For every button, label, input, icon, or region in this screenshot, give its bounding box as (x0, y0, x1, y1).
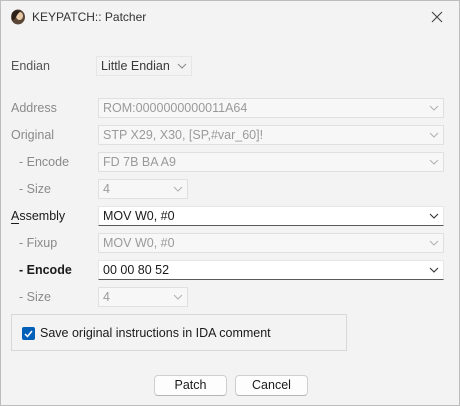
address-dropdown: ROM:0000000000011A64 (98, 98, 444, 118)
assembly-size-dropdown: 4 (98, 287, 188, 307)
assembly-value: MOV W0, #0 (103, 209, 175, 223)
assembly-row: Assembly MOV W0, #0 (1, 206, 459, 228)
assembly-size-value: 4 (103, 290, 110, 304)
assembly-encode-row: - Encode 00 00 80 52 (1, 260, 459, 282)
chevron-down-icon (429, 240, 439, 246)
original-encode-label: - Encode (19, 155, 70, 169)
original-value: STP X29, X30, [SP,#var_60]! (103, 128, 264, 142)
original-row: Original STP X29, X30, [SP,#var_60]! (1, 125, 459, 147)
assembly-size-row: - Size 4 (1, 287, 459, 309)
fixup-row: - Fixup MOV W0, #0 (1, 233, 459, 255)
original-encode-row: - Encode FD 7B BA A9 (1, 152, 459, 174)
endian-value: Little Endian (101, 59, 170, 73)
assembly-label: Assembly (11, 209, 66, 223)
chevron-down-icon (429, 105, 439, 111)
assembly-encode-value: 00 00 80 52 (103, 263, 170, 277)
original-size-value: 4 (103, 182, 110, 196)
original-encode-dropdown: FD 7B BA A9 (98, 152, 444, 172)
address-label: Address (11, 101, 57, 115)
endian-dropdown[interactable]: Little Endian (96, 56, 192, 76)
assembly-input[interactable]: MOV W0, #0 (98, 206, 444, 226)
chevron-down-icon[interactable] (429, 212, 439, 220)
patch-button[interactable]: Patch (154, 375, 227, 396)
original-encode-value: FD 7B BA A9 (103, 155, 176, 169)
save-comment-label[interactable]: Save original instructions in IDA commen… (40, 326, 271, 340)
title-bar: KEYPATCH:: Patcher (1, 1, 459, 33)
close-icon (431, 11, 443, 23)
assembly-encode-input[interactable]: 00 00 80 52 (98, 260, 444, 280)
original-size-row: - Size 4 (1, 179, 459, 201)
checkmark-icon (24, 330, 33, 338)
mnemonic-underline (11, 223, 19, 224)
assembly-size-label: - Size (19, 290, 51, 304)
chevron-down-icon (177, 63, 187, 69)
chevron-down-icon (173, 186, 183, 192)
fixup-dropdown: MOV W0, #0 (98, 233, 444, 253)
fixup-label: - Fixup (19, 236, 58, 250)
cancel-button[interactable]: Cancel (235, 375, 308, 396)
chevron-down-icon (173, 294, 183, 300)
address-row: Address ROM:0000000000011A64 (1, 98, 459, 120)
keypatch-dialog: KEYPATCH:: Patcher Endian Little Endian … (0, 0, 460, 406)
original-size-dropdown: 4 (98, 179, 188, 199)
original-size-label: - Size (19, 182, 51, 196)
endian-row: Endian Little Endian (1, 56, 459, 78)
endian-label: Endian (11, 59, 50, 73)
fixup-value: MOV W0, #0 (103, 236, 175, 250)
assembly-encode-label: - Encode (19, 263, 72, 277)
chevron-down-icon[interactable] (429, 266, 439, 274)
chevron-down-icon (429, 132, 439, 138)
original-dropdown: STP X29, X30, [SP,#var_60]! (98, 125, 444, 145)
address-value: ROM:0000000000011A64 (103, 101, 248, 115)
original-label: Original (11, 128, 55, 142)
ida-app-icon (10, 9, 26, 25)
options-group: Save original instructions in IDA commen… (11, 314, 347, 351)
chevron-down-icon (429, 159, 439, 165)
save-comment-checkbox[interactable] (22, 327, 35, 340)
close-button[interactable] (415, 1, 459, 33)
window-title: KEYPATCH:: Patcher (32, 10, 147, 24)
